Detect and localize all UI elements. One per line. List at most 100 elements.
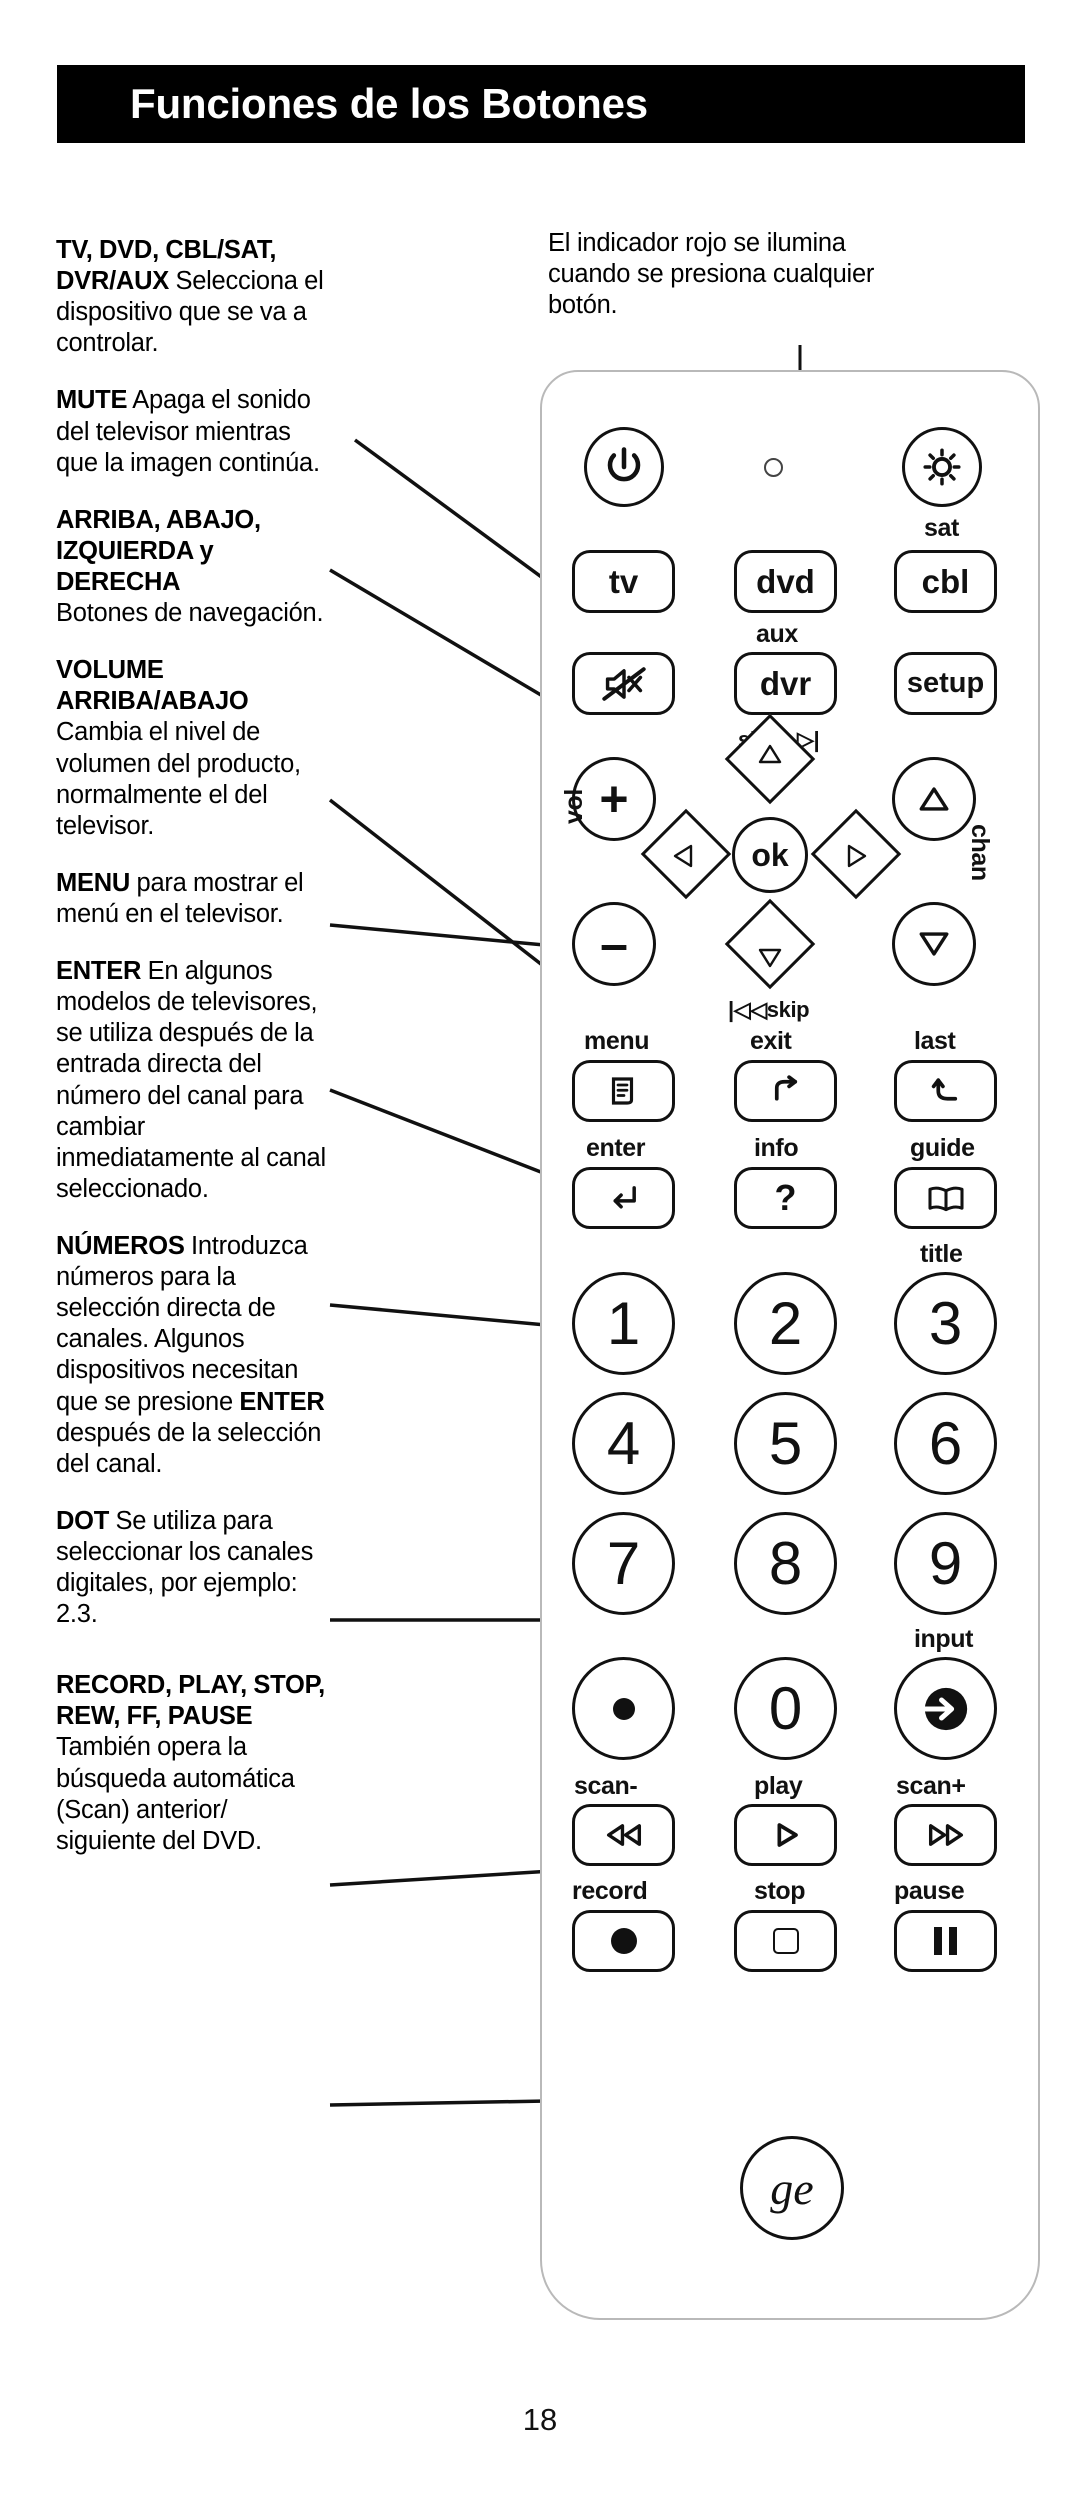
menu-icon xyxy=(611,1077,633,1105)
record-label: record xyxy=(572,1877,648,1905)
led-indicator-callout: El indicador rojo se ilumina cuando se p… xyxy=(548,229,875,320)
fast-forward-icon xyxy=(928,1824,963,1846)
power-icon xyxy=(607,447,641,482)
dot-button[interactable] xyxy=(572,1657,675,1760)
volume-down-button[interactable]: – xyxy=(572,902,656,986)
last-button[interactable] xyxy=(894,1060,997,1122)
last-label: last xyxy=(914,1027,956,1055)
exit-label: exit xyxy=(750,1027,792,1055)
number-7-button[interactable]: 7 xyxy=(572,1512,675,1615)
triangle-down-icon xyxy=(919,932,949,956)
record-dot-icon xyxy=(610,1928,637,1954)
entry-enter: ENTER En algunos modelos de televisores,… xyxy=(56,956,326,1205)
number-5-button[interactable]: 5 xyxy=(734,1392,837,1495)
input-button[interactable] xyxy=(894,1657,997,1760)
vol-label: vol xyxy=(560,789,588,824)
light-bulb-icon xyxy=(923,448,961,486)
play-button[interactable] xyxy=(734,1804,837,1866)
light-button[interactable] xyxy=(902,427,982,507)
stop-button[interactable] xyxy=(734,1910,837,1972)
remote-control-illustration: sat tv dvd cbl aux dvr setup skip▷▷| + xyxy=(540,370,1040,2320)
cbl-button[interactable]: cbl xyxy=(894,550,997,613)
book-guide-icon xyxy=(927,1186,964,1212)
menu-button[interactable] xyxy=(572,1060,675,1122)
dvd-button[interactable]: dvd xyxy=(734,550,837,613)
pause-bars-icon xyxy=(934,1927,957,1955)
ok-button[interactable]: ok xyxy=(732,817,808,893)
entry-description: Cambia el nivel de volumen del producto,… xyxy=(56,718,301,840)
entry-term: MENU xyxy=(56,868,131,897)
number-4-button[interactable]: 4 xyxy=(572,1392,675,1495)
stop-label: stop xyxy=(754,1877,806,1905)
info-label: info xyxy=(754,1134,799,1162)
entry-term: DOT xyxy=(56,1506,110,1535)
number-6-button[interactable]: 6 xyxy=(894,1392,997,1495)
page-number: 18 xyxy=(522,2402,558,2437)
fast-forward-button[interactable] xyxy=(894,1804,997,1866)
dvr-button[interactable]: dvr xyxy=(734,652,837,715)
stop-square-icon xyxy=(772,1928,799,1954)
pause-button[interactable] xyxy=(894,1910,997,1972)
number-8-button[interactable]: 8 xyxy=(734,1512,837,1615)
mute-button[interactable] xyxy=(572,652,675,715)
entry-term: ENTER xyxy=(56,957,142,986)
title-label: title xyxy=(920,1240,963,1268)
entry-description-secondary: después de la selección del canal. xyxy=(56,1418,322,1478)
setup-button[interactable]: setup xyxy=(894,652,997,715)
exit-button[interactable] xyxy=(734,1060,837,1122)
chan-label: chan xyxy=(966,824,994,881)
entry-numeros: NÚMEROS Introduzca números para la selec… xyxy=(56,1231,326,1480)
entry-description: Botones de navegación. xyxy=(56,599,324,628)
number-0-button[interactable]: 0 xyxy=(734,1657,837,1760)
enter-arrow-icon xyxy=(613,1186,636,1209)
record-button[interactable] xyxy=(572,1910,675,1972)
entry-menu: MENU para mostrar el menú en el televiso… xyxy=(56,868,326,930)
skip-back-label: |◁◁skip xyxy=(728,997,810,1022)
sat-label: sat xyxy=(924,514,959,542)
page-header-banner: Funciones de los Botones xyxy=(57,65,1025,143)
play-label: play xyxy=(754,1772,803,1800)
entry-term: NÚMEROS xyxy=(56,1231,185,1260)
entry-navigation: ARRIBA, ABAJO, IZQUIERDA y DERECHA Boton… xyxy=(56,505,326,629)
scan-minus-label: scan- xyxy=(574,1772,638,1800)
entry-description: También opera la búsqueda automática (Sc… xyxy=(56,1733,295,1855)
power-button[interactable] xyxy=(584,427,664,507)
entry-description: En algunos modelos de televisores, se ut… xyxy=(56,957,326,1203)
rewind-button[interactable] xyxy=(572,1804,675,1866)
nav-down-button[interactable] xyxy=(724,898,816,990)
number-3-button[interactable]: 3 xyxy=(894,1272,997,1375)
pause-label: pause xyxy=(894,1877,965,1905)
enter-button[interactable] xyxy=(572,1167,675,1229)
page-title: Funciones de los Botones xyxy=(130,80,648,127)
input-label: input xyxy=(914,1625,974,1653)
entry-term: ARRIBA, ABAJO, IZQUIERDA y DERECHA xyxy=(56,505,261,596)
number-1-button[interactable]: 1 xyxy=(572,1272,675,1375)
manual-page: Funciones de los Botones TV, DVD, CBL/SA… xyxy=(0,0,1080,2519)
guide-button[interactable] xyxy=(894,1167,997,1229)
entry-term: RECORD, PLAY, STOP, REW, FF, PAUSE xyxy=(56,1671,325,1731)
nav-left-button[interactable] xyxy=(640,808,732,900)
last-return-arrow-icon xyxy=(931,1078,957,1101)
tv-button[interactable]: tv xyxy=(572,550,675,613)
number-2-button[interactable]: 2 xyxy=(734,1272,837,1375)
guide-label: guide xyxy=(910,1134,975,1162)
entry-mute: MUTE Apaga el sonido del televisor mient… xyxy=(56,385,326,478)
entry-term: MUTE xyxy=(56,386,128,415)
entry-transport: RECORD, PLAY, STOP, REW, FF, PAUSE Tambi… xyxy=(56,1670,326,1857)
rewind-icon xyxy=(606,1824,641,1846)
dot-icon xyxy=(612,1697,635,1720)
mute-icon xyxy=(601,666,646,701)
number-9-button[interactable]: 9 xyxy=(894,1512,997,1615)
red-led-indicator xyxy=(764,458,783,477)
input-source-icon xyxy=(922,1687,967,1730)
nav-right-button[interactable] xyxy=(810,808,902,900)
aux-label: aux xyxy=(756,620,798,648)
ge-brand-logo: ge xyxy=(740,2136,844,2240)
channel-down-button[interactable] xyxy=(892,902,976,986)
info-button[interactable]: ? xyxy=(734,1167,837,1229)
entry-volume: VOLUME ARRIBA/ABAJO Cambia el nivel de v… xyxy=(56,655,326,842)
triangle-up-icon xyxy=(919,787,949,811)
channel-up-button[interactable] xyxy=(892,757,976,841)
menu-label: menu xyxy=(584,1027,650,1055)
scan-plus-label: scan+ xyxy=(896,1772,966,1800)
